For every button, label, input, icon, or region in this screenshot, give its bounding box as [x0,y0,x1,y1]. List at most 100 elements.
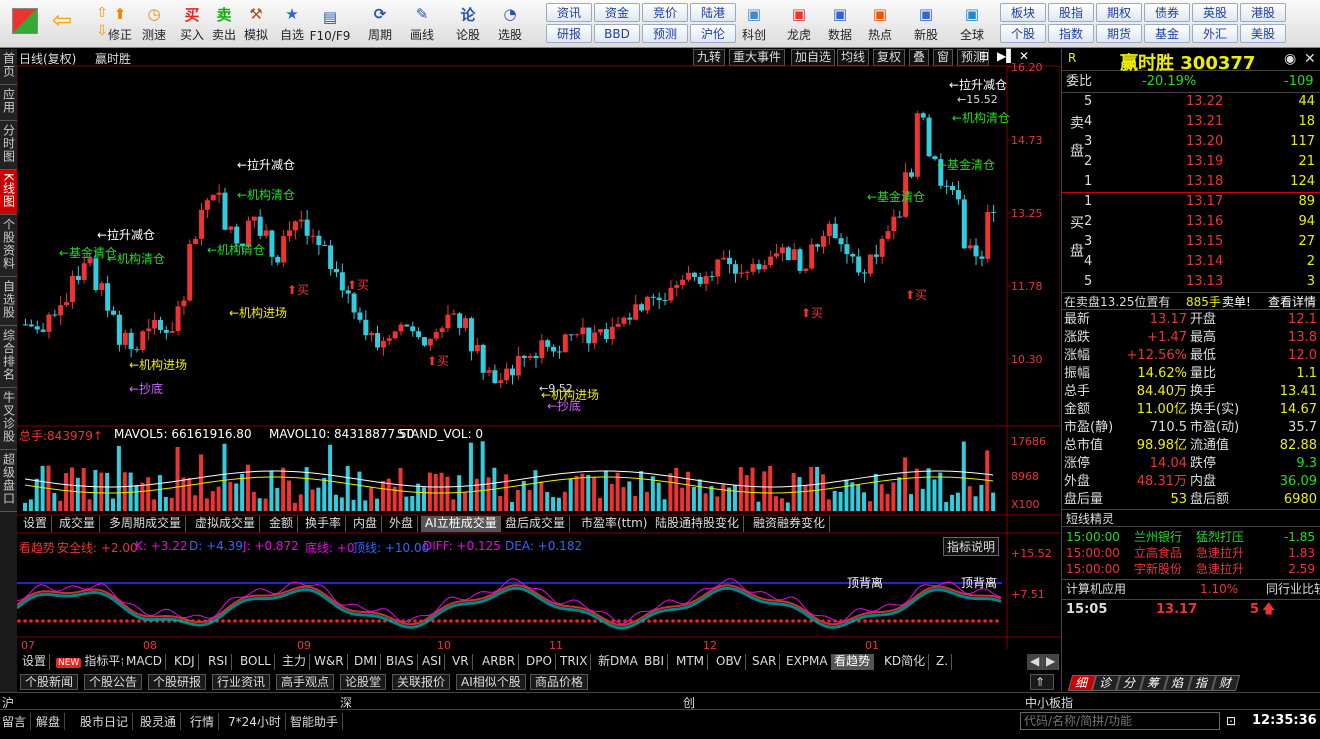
bottom-bar-item-0[interactable]: 留言 [2,713,32,730]
indicator-tab-19[interactable]: SAR [749,654,781,670]
indicator-tab-11[interactable]: VR [449,654,473,670]
volume-tab-7[interactable]: 外盘 [385,516,419,532]
volume-tab-6[interactable]: 内盘 [349,516,383,532]
candlestick-chart[interactable]: 16.20 14.73 13.25 11.78 10.30 17686 8968 X100 +1… [17,49,1060,679]
indicator-tab-17[interactable]: MTM [673,654,709,670]
market-button-8[interactable]: 期货 [1096,24,1142,43]
indicator-tab-13[interactable]: DPO [523,654,556,670]
toolbar-pen-button[interactable]: ✎ 画线 [400,2,444,46]
volume-tab-10[interactable]: 市盈率(ttm) [577,516,653,532]
volume-tab-5[interactable]: 换手率 [301,516,347,532]
app-button-2[interactable]: ▣ 数据 [820,2,860,46]
market-button-2[interactable]: 期权 [1096,3,1142,22]
market-button-9[interactable]: 基金 [1144,24,1190,43]
market-button-1[interactable]: 股指 [1048,3,1094,22]
indicator-tab-22[interactable]: KD简化 [881,654,930,670]
indicator-help-button[interactable]: 指标说明 [943,537,1000,556]
market-button-11[interactable]: 美股 [1240,24,1286,43]
scroll-left-icon[interactable]: ◀ [1027,654,1044,670]
quick-button-5[interactable]: BBD [594,24,640,43]
indicator-tab-6[interactable]: 主力 [279,654,311,670]
left-tab-8[interactable]: 超级盘口 [0,449,17,512]
indicator-tab-9[interactable]: BIAS [383,654,418,670]
collapse-up-icon[interactable]: ⇑ [1030,674,1054,690]
bottom-bar-item-2[interactable]: 股市日记 [80,713,134,730]
logo-icon[interactable] [12,8,38,34]
volume-tab-11[interactable]: 陆股通持股变化 [651,516,745,532]
indicator-tab-21[interactable]: 看趋势 [831,654,875,670]
bottom-bar-item-6[interactable]: 智能助手 [290,713,344,730]
left-tab-5[interactable]: 自选股 [0,276,17,326]
quick-button-4[interactable]: 研报 [546,24,592,43]
indicator-tab-15[interactable]: 新DMA [595,654,642,670]
indicator-tab-10[interactable]: ASI [419,654,446,670]
industry-compare-link[interactable]: 同行业比较 [1266,580,1320,598]
indicator-tab-14[interactable]: TRIX [557,654,592,670]
market-button-6[interactable]: 个股 [1000,24,1046,43]
bottom-bar-item-1[interactable]: 解盘 [36,713,66,730]
market-button-10[interactable]: 外汇 [1192,24,1238,43]
industry-row[interactable]: 计算机应用 1.10% 同行业比较 [1062,580,1320,598]
toolbar-cycle-button[interactable]: ⟳ 周期 [358,2,402,46]
sh-index[interactable]: 沪 [2,694,14,711]
short-title[interactable]: 短线精灵 [1066,510,1114,527]
market-button-4[interactable]: 英股 [1192,3,1238,22]
left-tab-1[interactable]: 应用 [0,85,17,121]
market-button-3[interactable]: 债券 [1144,3,1190,22]
indicator-tab-7[interactable]: W&R [311,654,348,670]
volume-tab-4[interactable]: 金额 [265,516,299,532]
bottom-bar-item-4[interactable]: 行情 [190,713,220,730]
indicator-tab-2[interactable]: MACD [123,654,166,670]
app-button-3[interactable]: ▣ 热点 [860,2,900,46]
volume-tab-12[interactable]: 融资融券变化 [749,516,831,532]
indicator-tab-0[interactable]: 设置 [19,654,51,670]
quick-button-1[interactable]: 资金 [594,3,640,22]
cy-index[interactable]: 创 [683,694,695,711]
news-tab-2[interactable]: 个股研报 [148,674,207,690]
left-tab-6[interactable]: 综合排名 [0,325,17,388]
market-button-0[interactable]: 板块 [1000,3,1046,22]
volume-tab-0[interactable]: 设置 [19,516,53,532]
quick-button-6[interactable]: 预测 [642,24,688,43]
back-arrow-icon[interactable]: ⇦ [52,8,78,32]
quick-button-0[interactable]: 资讯 [546,3,592,22]
left-tab-4[interactable]: 个股资料 [0,214,17,277]
news-tab-3[interactable]: 行业资讯 [212,674,271,690]
left-tab-3[interactable]: K线图 [0,170,17,215]
indicator-tab-20[interactable]: EXPMA [783,654,832,670]
news-tab-0[interactable]: 个股新闻 [20,674,79,690]
left-tab-7[interactable]: 牛叉诊股 [0,387,17,450]
close-panel-icon[interactable]: ✕ [1304,51,1316,67]
bottom-bar-item-5[interactable]: 7*24小时 [228,713,286,730]
left-tab-2[interactable]: 分时图 [0,121,17,170]
bottom-bar-item-3[interactable]: 股灵通 [140,713,182,730]
market-button-5[interactable]: 港股 [1240,3,1286,22]
indicator-tab-8[interactable]: DMI [351,654,382,670]
indicator-tab-5[interactable]: BOLL [237,654,275,670]
news-tab-8[interactable]: 商品价格 [530,674,589,690]
indicator-tab-12[interactable]: ARBR [479,654,520,670]
app-button-0[interactable]: ▣ 科创 [734,2,774,46]
left-tab-0[interactable]: 首页 [0,49,17,85]
market-button-7[interactable]: 指数 [1048,24,1094,43]
volume-tab-2[interactable]: 多周期成交量 [105,516,187,532]
volume-tab-8[interactable]: AI立桩成交量 [421,516,502,532]
quick-button-3[interactable]: 陆港 [690,3,736,22]
toolbar-chat-button[interactable]: 论论股 [446,2,490,46]
indicator-tab-23[interactable]: Z. [933,654,953,670]
scroll-right-icon[interactable]: ▶ [1043,654,1060,670]
search-input[interactable] [1020,712,1220,730]
indicator-tab-3[interactable]: KDJ [171,654,199,670]
short-row[interactable]: 15:00:00 宇新股份 急速拉升 2.59 [1062,560,1320,578]
volume-tab-1[interactable]: 成交量 [55,516,101,532]
volume-tab-9[interactable]: 盘后成交量 [501,516,571,532]
colorwheel-icon[interactable]: ◉ [1284,51,1296,67]
volume-tab-3[interactable]: 虚拟成交量 [191,516,261,532]
zx-index[interactable]: 中小板指 [1025,694,1073,711]
indicator-tab-18[interactable]: OBV [713,654,746,670]
sz-index[interactable]: 深 [340,694,352,711]
quick-button-2[interactable]: 竞价 [642,3,688,22]
app-button-1[interactable]: ▣ 龙虎 [779,2,819,46]
panel-tab-6[interactable]: 财 [1211,675,1241,691]
news-tab-7[interactable]: AI相似个股 [456,674,526,690]
